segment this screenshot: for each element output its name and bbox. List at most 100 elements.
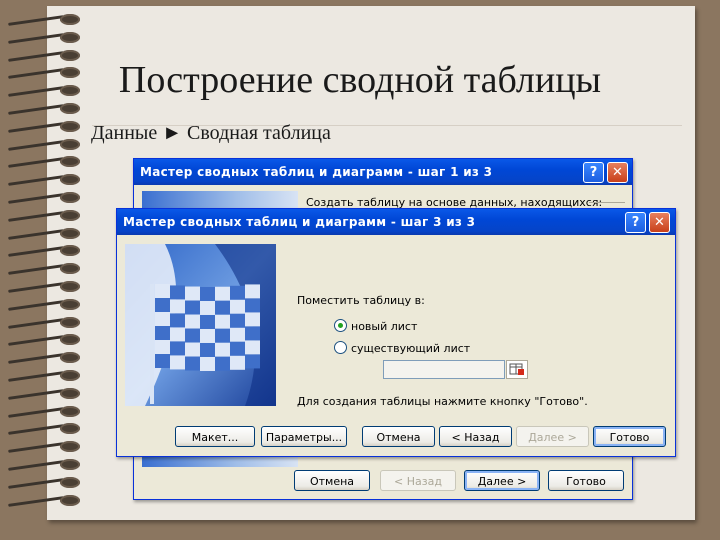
next-button[interactable]: Далее > [516, 426, 589, 447]
existing-sheet-label[interactable]: существующий лист [351, 342, 470, 355]
flag-check [245, 340, 260, 355]
spiral-coil [8, 494, 80, 507]
spiral-coil [8, 459, 80, 471]
flag-check [215, 356, 230, 371]
coil-wire [8, 157, 64, 169]
coil-wire [8, 424, 64, 436]
collapse-dialog-button[interactable] [506, 360, 528, 379]
spiral-coil [8, 138, 80, 151]
coil-wire [8, 317, 64, 329]
spiral-coil [8, 103, 80, 115]
spiral-coil [8, 192, 80, 204]
dialog-title: Мастер сводных таблиц и диаграмм - шаг 1… [140, 165, 493, 179]
spiral-coil [8, 423, 80, 436]
coil-wire [8, 460, 64, 471]
coil-wire [8, 228, 64, 240]
flag-check [215, 328, 230, 343]
coil-wire [8, 210, 64, 222]
flag-check [230, 285, 245, 300]
flag-check [200, 286, 215, 301]
options-button[interactable]: Параметры... [261, 426, 347, 447]
coil-hole [60, 459, 80, 470]
coil-wire [8, 246, 64, 258]
coil-wire [8, 495, 64, 507]
coil-hole [60, 352, 80, 364]
flag-check [215, 286, 230, 301]
coil-hole [60, 334, 80, 346]
flag-check [215, 300, 230, 315]
spiral-coil [8, 209, 80, 222]
existing-sheet-radio[interactable] [334, 341, 347, 354]
coil-hole [60, 174, 80, 186]
spiral-coil [8, 316, 80, 329]
flag-check [155, 340, 170, 354]
coil-hole [60, 476, 80, 488]
flag-check [245, 284, 260, 299]
flag-check [200, 300, 215, 315]
spiral-coil [8, 245, 80, 258]
coil-wire [8, 353, 64, 365]
back-button[interactable]: < Назад [439, 426, 512, 447]
flag-check [185, 328, 200, 343]
slide-title: Построение сводной таблицы [118, 59, 602, 101]
spiral-coil [8, 476, 80, 489]
flag-check [155, 298, 170, 312]
back-button[interactable]: < Назад [380, 470, 456, 491]
flag-check [170, 313, 185, 328]
coil-hole [60, 441, 80, 453]
flag-check [155, 354, 170, 368]
coil-wire [8, 193, 64, 204]
close-button[interactable]: ✕ [607, 162, 628, 183]
coil-wire [8, 335, 64, 347]
dialog-titlebar[interactable]: Мастер сводных таблиц и диаграмм - шаг 3… [117, 209, 675, 235]
range-input[interactable] [383, 360, 505, 379]
coil-hole [60, 263, 80, 275]
flag-check [245, 354, 260, 369]
flag-icon [125, 244, 276, 406]
range-picker-icon [509, 363, 524, 375]
new-sheet-label[interactable]: новый лист [351, 320, 417, 333]
flag-check [170, 341, 185, 356]
coil-wire [8, 32, 64, 44]
coil-hole [60, 281, 80, 292]
coil-hole [60, 245, 80, 257]
coil-hole [60, 494, 80, 506]
coil-wire [8, 282, 64, 293]
flag-check [200, 328, 215, 343]
spiral-coil [8, 281, 80, 293]
place-label: Поместить таблицу в: [297, 294, 425, 307]
finish-hint: Для создания таблицы нажмите кнопку "Гот… [297, 395, 588, 408]
coil-wire [8, 299, 64, 311]
cancel-button[interactable]: Отмена [362, 426, 435, 447]
coil-hole [60, 227, 80, 239]
coil-hole [60, 405, 80, 417]
spiral-coil [8, 14, 80, 26]
cancel-button[interactable]: Отмена [294, 470, 370, 491]
flag-check [185, 314, 200, 329]
coil-wire [8, 104, 64, 115]
flag-check [170, 299, 185, 314]
coil-wire [8, 121, 64, 133]
group-divider [589, 202, 625, 203]
layout-button[interactable]: Макет... [175, 426, 255, 447]
close-button[interactable]: ✕ [649, 212, 670, 233]
finish-button[interactable]: Готово [548, 470, 624, 491]
spiral-coil [8, 227, 80, 240]
new-sheet-radio[interactable] [334, 319, 347, 332]
coil-hole [60, 103, 80, 114]
flag-check [200, 342, 215, 357]
help-button[interactable]: ? [625, 212, 646, 233]
spiral-coil [8, 120, 80, 133]
finish-button[interactable]: Готово [593, 426, 666, 447]
help-button[interactable]: ? [583, 162, 604, 183]
flag-check [185, 342, 200, 357]
flag-check [155, 312, 170, 326]
flag-check [215, 342, 230, 357]
coil-hole [60, 316, 80, 328]
spiral-coil [8, 441, 80, 454]
coil-hole [60, 14, 80, 25]
next-button[interactable]: Далее > [464, 470, 540, 491]
dialog-titlebar[interactable]: Мастер сводных таблиц и диаграмм - шаг 1… [134, 159, 632, 185]
checkered-flag-image [125, 244, 276, 406]
flag-check [185, 286, 200, 301]
